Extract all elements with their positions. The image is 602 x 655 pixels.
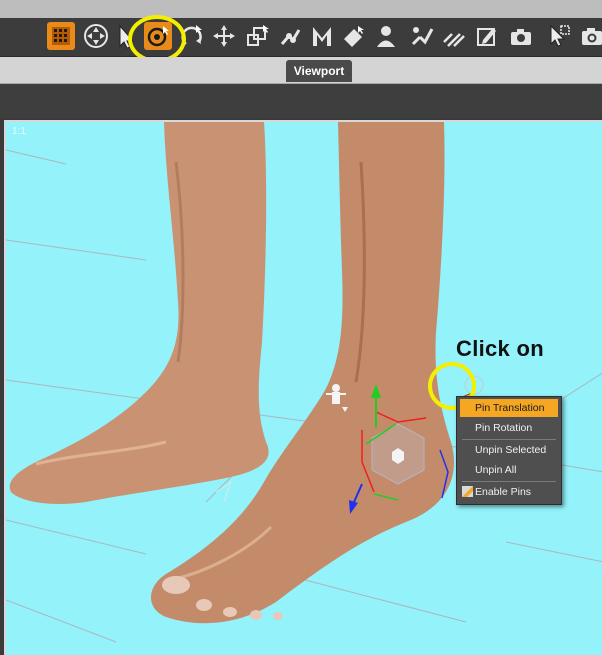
grid-icon[interactable] [47,22,75,50]
menu-separator [462,439,556,440]
render-icon[interactable] [507,22,535,50]
menu-item-pin-rotation[interactable]: Pin Rotation [460,419,558,437]
translate-tool-icon[interactable] [210,22,238,50]
tab-viewport[interactable]: Viewport [286,60,352,82]
scene-canvas[interactable] [6,122,602,655]
viewport-header-band [0,84,602,118]
region-navigator-icon[interactable] [408,22,436,50]
tool-toolbar [0,18,602,57]
left-foot [9,122,269,504]
scale-tool-icon[interactable] [243,22,271,50]
viewport-tab-bar: Viewport [0,57,602,84]
menu-item-unpin-all[interactable]: Unpin All [460,461,558,479]
surface-selection-icon[interactable] [340,22,368,50]
tool-highlight-circle [128,15,186,63]
menu-item-label: Enable Pins [475,486,532,498]
window-top-strip [0,0,602,18]
spot-render-icon[interactable] [545,22,573,50]
instruction-annotation: Click on [456,336,544,361]
menu-item-unpin-selected[interactable]: Unpin Selected [460,441,558,459]
checkbox-checked-icon [462,486,473,497]
menu-item-enable-pins[interactable]: Enable Pins [460,483,558,501]
morph-brush-icon[interactable] [308,22,336,50]
menu-item-pin-translation[interactable]: Pin Translation [460,399,558,417]
menu-separator [462,481,556,482]
viewport[interactable]: 1:1 [4,120,602,655]
joint-editor-icon[interactable] [276,22,304,50]
figure-setup-icon[interactable] [372,22,400,50]
camera-icon[interactable] [578,22,602,50]
pin-context-menu: Pin Translation Pin Rotation Unpin Selec… [456,396,562,505]
edit-icon[interactable] [473,22,501,50]
geometry-editor-icon[interactable] [440,22,468,50]
universal-tool-icon[interactable] [82,22,110,50]
